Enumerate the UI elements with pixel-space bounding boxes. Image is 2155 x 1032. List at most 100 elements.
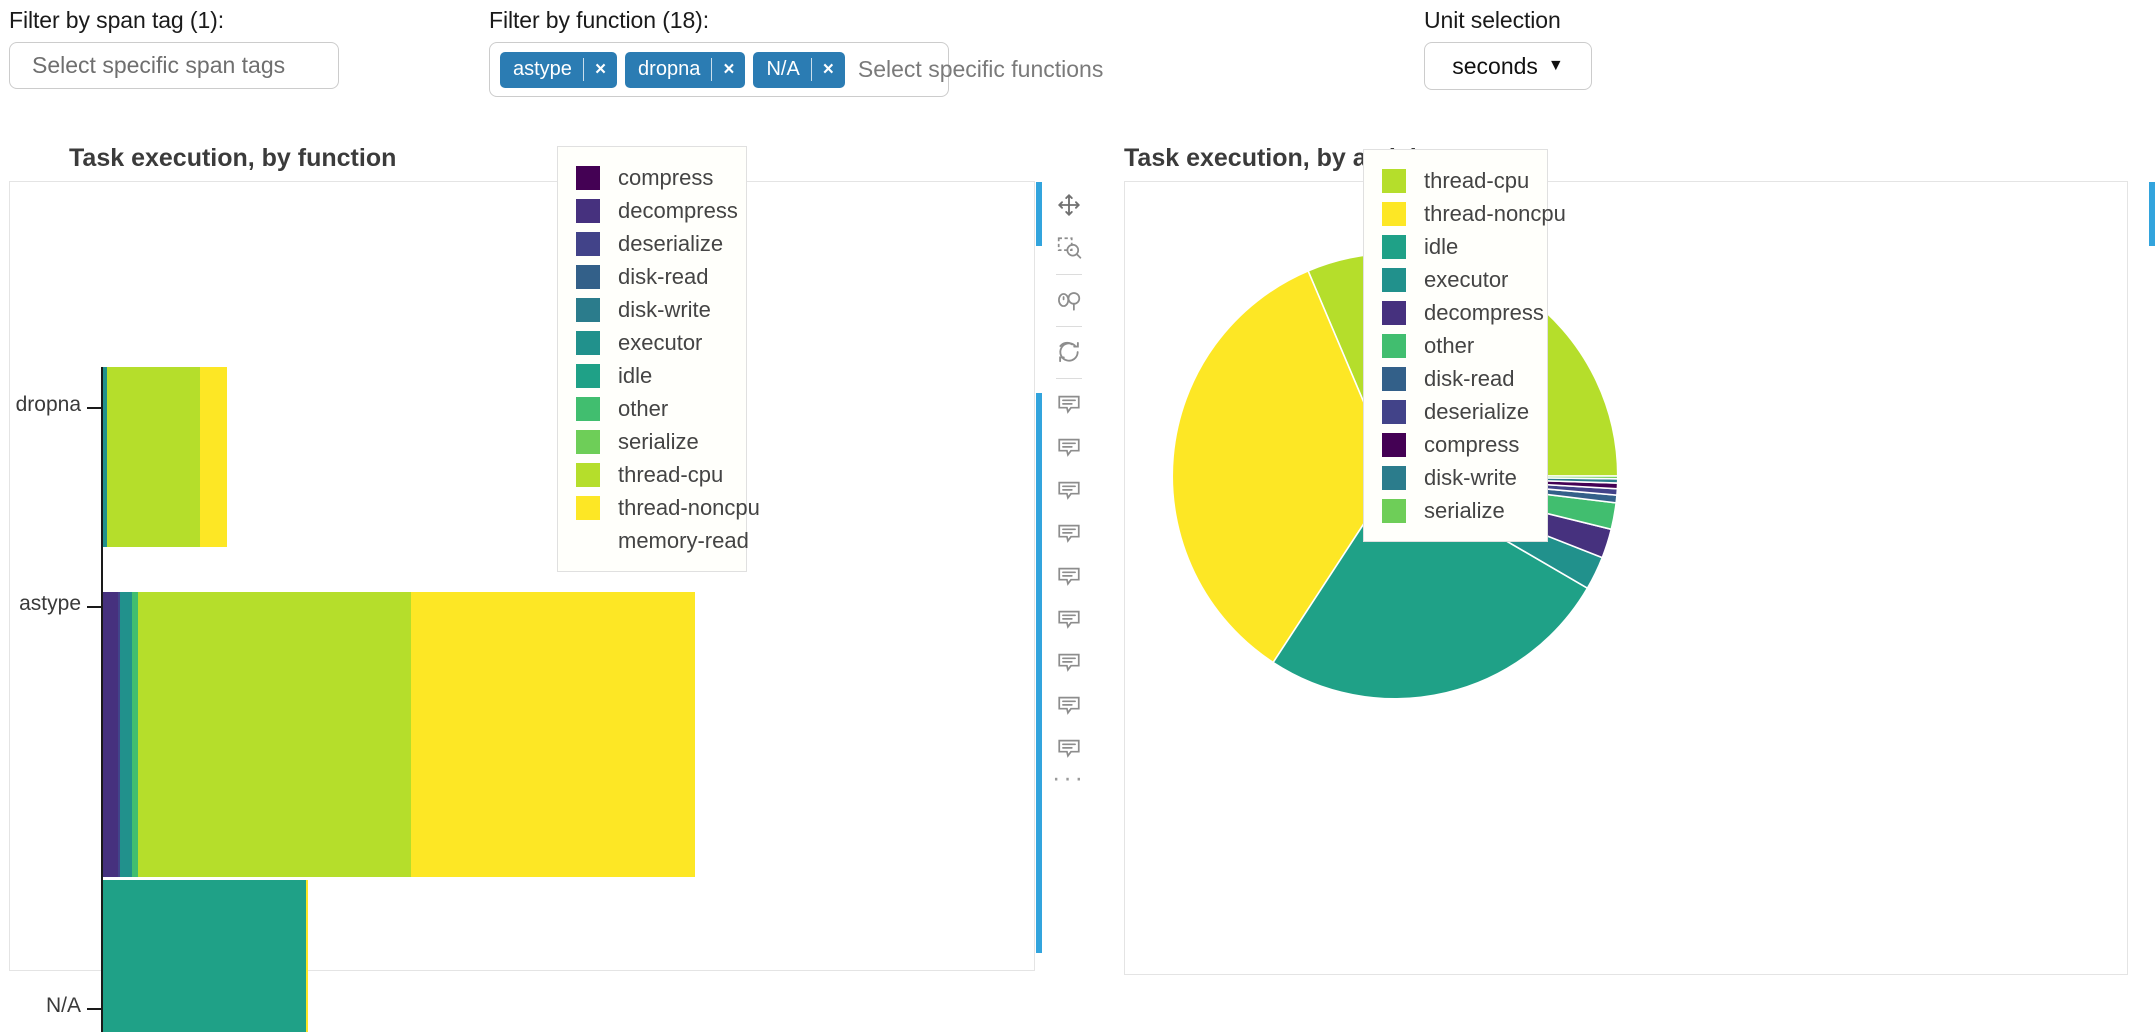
legend-label: compress — [1424, 432, 1519, 458]
legend-swatch-icon — [576, 463, 600, 487]
legend-swatch-icon — [576, 199, 600, 223]
right-chart-legend: thread-cputhread-noncpuidleexecutordecom… — [1363, 149, 1548, 542]
left-legend-item[interactable]: disk-write — [576, 293, 724, 326]
bar-segment-thread-noncpu[interactable] — [411, 592, 695, 877]
legend-label: thread-cpu — [618, 462, 723, 488]
legend-label: thread-cpu — [1424, 168, 1529, 194]
hover-icon[interactable] — [1050, 385, 1088, 423]
function-chip-na[interactable]: N/A × — [753, 52, 844, 88]
left-legend-item[interactable]: serialize — [576, 425, 724, 458]
legend-swatch-icon — [576, 232, 600, 256]
span-tag-placeholder: Select specific span tags — [32, 52, 285, 79]
unit-select[interactable]: seconds ▼ — [1424, 42, 1592, 90]
hover-icon[interactable] — [1050, 729, 1088, 767]
hover-icon[interactable] — [1050, 686, 1088, 724]
wheel-zoom-icon[interactable] — [1050, 281, 1088, 319]
legend-label: thread-noncpu — [1424, 201, 1566, 227]
left-scroll-indicator[interactable] — [1036, 393, 1042, 953]
right-legend-item[interactable]: compress — [1382, 428, 1525, 461]
hover-icon[interactable] — [1050, 471, 1088, 509]
legend-swatch-icon — [576, 298, 600, 322]
bar-segment-thread-noncpu[interactable] — [306, 880, 308, 1032]
bar-segment-executor[interactable] — [120, 592, 132, 877]
toolbar-divider — [1056, 378, 1082, 379]
pan-icon[interactable] — [1050, 186, 1088, 224]
left-legend-item[interactable]: decompress — [576, 194, 724, 227]
hover-icon[interactable] — [1050, 428, 1088, 466]
left-legend-item[interactable]: memory-read — [576, 524, 724, 557]
function-filter-group: Filter by function (18): astype × dropna… — [489, 6, 949, 97]
left-scroll-indicator-top[interactable] — [1036, 182, 1042, 246]
right-legend-item[interactable]: disk-read — [1382, 362, 1525, 395]
box-zoom-icon[interactable] — [1050, 229, 1088, 267]
bar-row[interactable] — [103, 592, 695, 877]
right-legend-item[interactable]: decompress — [1382, 296, 1525, 329]
right-legend-item[interactable]: disk-write — [1382, 461, 1525, 494]
legend-swatch-icon — [576, 265, 600, 289]
bar-row[interactable] — [103, 880, 308, 1032]
bar-segment-idle[interactable] — [103, 880, 306, 1032]
hover-icon[interactable] — [1050, 600, 1088, 638]
legend-swatch-icon — [1382, 466, 1406, 490]
right-legend-item[interactable]: thread-noncpu — [1382, 197, 1525, 230]
right-legend-item[interactable]: serialize — [1382, 494, 1525, 527]
left-legend-item[interactable]: thread-noncpu — [576, 491, 724, 524]
y-axis-tick-mark — [87, 407, 101, 409]
legend-label: idle — [618, 363, 652, 389]
legend-swatch-icon — [576, 496, 600, 520]
legend-swatch-icon — [1382, 400, 1406, 424]
span-tag-select[interactable]: Select specific span tags — [9, 42, 339, 89]
right-legend-item[interactable]: thread-cpu — [1382, 164, 1525, 197]
hover-icon[interactable] — [1050, 514, 1088, 552]
legend-swatch-icon — [1382, 334, 1406, 358]
left-chart-title: Task execution, by function — [69, 144, 396, 173]
legend-label: decompress — [618, 198, 738, 224]
bar-segment-thread-cpu[interactable] — [107, 367, 200, 547]
legend-label: other — [618, 396, 668, 422]
right-legend-item[interactable]: deserialize — [1382, 395, 1525, 428]
legend-swatch-icon — [1382, 433, 1406, 457]
bar-row[interactable] — [103, 367, 227, 547]
filter-bar: Filter by span tag (1): Select specific … — [0, 0, 2155, 122]
legend-label: idle — [1424, 234, 1458, 260]
function-chip-dropna[interactable]: dropna × — [625, 52, 745, 88]
reset-icon[interactable] — [1050, 333, 1088, 371]
bar-segment-decompress[interactable] — [103, 592, 118, 877]
legend-swatch-icon — [1382, 202, 1406, 226]
left-legend-item[interactable]: deserialize — [576, 227, 724, 260]
left-legend-item[interactable]: other — [576, 392, 724, 425]
toolbar-overflow-icon[interactable]: ··· — [1052, 772, 1086, 784]
bar-chart[interactable]: dropnaastypeN/A 0:00:000:33:201:06:401:4… — [9, 181, 1035, 1032]
y-axis-tick-mark — [87, 606, 101, 608]
hover-icon[interactable] — [1050, 557, 1088, 595]
bar-segment-thread-noncpu[interactable] — [200, 367, 227, 547]
legend-label: serialize — [1424, 498, 1505, 524]
chip-remove-icon[interactable]: × — [712, 52, 745, 88]
left-legend-item[interactable]: idle — [576, 359, 724, 392]
right-legend-item[interactable]: other — [1382, 329, 1525, 362]
left-legend-item[interactable]: executor — [576, 326, 724, 359]
hover-icon[interactable] — [1050, 643, 1088, 681]
legend-swatch-icon — [1382, 169, 1406, 193]
left-legend-item[interactable]: disk-read — [576, 260, 724, 293]
function-chip-astype[interactable]: astype × — [500, 52, 617, 88]
y-axis-tick-label: astype — [9, 592, 81, 616]
chip-remove-icon[interactable]: × — [812, 52, 845, 88]
left-legend-item[interactable]: thread-cpu — [576, 458, 724, 491]
right-legend-item[interactable]: idle — [1382, 230, 1525, 263]
span-tag-filter-label: Filter by span tag (1): — [9, 6, 339, 34]
chip-remove-icon[interactable]: × — [584, 52, 617, 88]
legend-label: deserialize — [1424, 399, 1529, 425]
pie-chart[interactable] — [1124, 181, 2128, 975]
right-scroll-indicator[interactable] — [2149, 182, 2155, 246]
legend-swatch-icon — [1382, 367, 1406, 391]
bar-segment-thread-cpu[interactable] — [138, 592, 410, 877]
legend-swatch-icon — [1382, 235, 1406, 259]
legend-swatch-icon — [1382, 268, 1406, 292]
left-legend-item[interactable]: compress — [576, 161, 724, 194]
legend-label: executor — [618, 330, 702, 356]
function-select[interactable]: astype × dropna × N/A × Select specific … — [489, 42, 949, 97]
plot-toolbar[interactable]: ··· — [1048, 186, 1090, 966]
right-legend-item[interactable]: executor — [1382, 263, 1525, 296]
hover-tool-group[interactable] — [1050, 385, 1088, 772]
